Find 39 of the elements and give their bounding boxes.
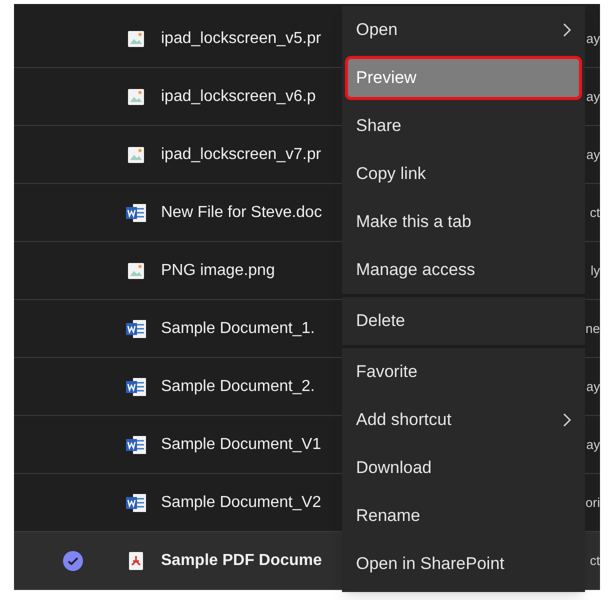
table-cell-text: ne [586, 320, 600, 338]
file-name: Sample Document_1. [161, 318, 315, 338]
file-name: ipad_lockscreen_v6.p [161, 86, 316, 106]
file-name: Sample Document_V1 [161, 434, 322, 454]
table-cell-text: ct [590, 204, 600, 222]
file-name: Sample PDF Docume [161, 550, 322, 570]
chevron-right-icon [563, 413, 571, 427]
table-cell-text: ay [586, 436, 600, 454]
table-cell-text: ay [586, 30, 600, 48]
menu-item[interactable]: Manage access [345, 248, 582, 292]
table-cell-text: ay [586, 146, 600, 164]
table-cell-text: ly [590, 262, 600, 280]
image-file-icon [127, 262, 145, 280]
word-document-icon [125, 492, 147, 512]
table-cell-text: ay [586, 88, 600, 106]
menu-item[interactable]: Open in SharePoint [345, 542, 582, 586]
image-file-icon [127, 30, 145, 48]
menu-item[interactable]: Delete [345, 299, 582, 343]
word-document-icon [125, 434, 147, 454]
chevron-right-icon [563, 23, 571, 37]
menu-item[interactable]: Open [345, 8, 582, 52]
table-cell-text: ay [586, 378, 600, 396]
image-file-icon [127, 88, 145, 106]
check-circle-icon[interactable] [62, 550, 82, 570]
word-document-icon [125, 376, 147, 396]
file-name: Sample Document_2. [161, 376, 315, 396]
file-name: PNG image.png [161, 260, 275, 280]
menu-item[interactable]: Preview [345, 56, 582, 100]
table-cell-text: ct [590, 552, 600, 570]
file-name: Sample Document_V2 [161, 492, 322, 512]
pdf-document-icon [127, 550, 145, 570]
menu-item[interactable]: Make this a tab [345, 200, 582, 244]
word-document-icon [125, 318, 147, 338]
image-file-icon [127, 146, 145, 164]
file-name: ipad_lockscreen_v5.pr [161, 28, 322, 48]
word-document-icon [125, 202, 147, 222]
file-name: ipad_lockscreen_v7.pr [161, 144, 322, 164]
file-name: New File for Steve.doc [161, 202, 322, 222]
table-cell-text: ori [586, 494, 600, 512]
